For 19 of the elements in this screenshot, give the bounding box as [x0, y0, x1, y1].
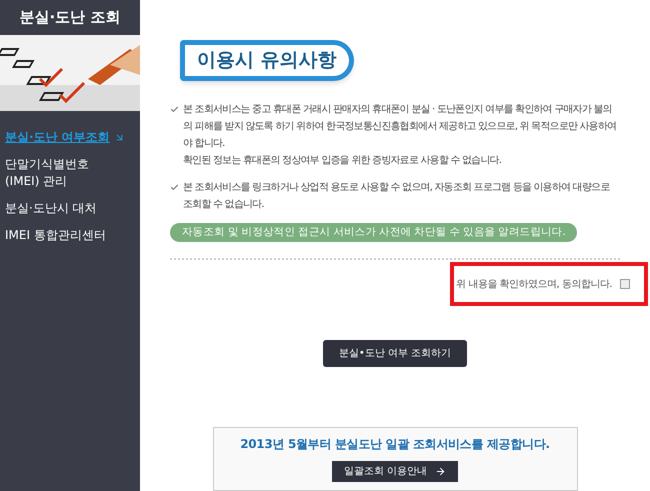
check-icon [170, 104, 179, 114]
agree-checkbox[interactable] [620, 279, 630, 290]
agree-label: 위 내용을 확인하였으며, 동의합니다. [456, 278, 612, 292]
notice-text: 확인된 정보는 휴대폰의 정상여부 입증을 위한 증빙자료로 사용할 수 없습니다. [183, 154, 502, 168]
sidebar-item[interactable]: IMEI 통합관리센터 [5, 227, 135, 244]
sidebar-title: 분실·도난 조회 [20, 7, 120, 28]
guide-button[interactable]: 일괄조회 이용안내 [332, 461, 458, 482]
heading: 이용시 유의사항 [197, 49, 337, 71]
banner-text: 2013년 5월부터 분실도난 일괄 조회서비스를 제공합니다. [240, 436, 550, 454]
sidebar-item[interactable]: 분실·도난시 대처 [5, 200, 135, 217]
warning-banner: 자동조회 및 비정상적인 접근시 서비스가 사전에 차단될 수 있음을 알려드립니다. [170, 222, 578, 242]
search-button[interactable]: 분실•도난 여부 조회하기 [322, 340, 468, 367]
check-icon [170, 182, 179, 192]
arrow-icon [114, 132, 125, 143]
notice-text: 본 조회서비스를 링크하거나 상업적 용도로 사용할 수 없으며, 자동조회 프로그램 등을 이용하여 대량으로 조회할 수 없습니다. [183, 180, 611, 212]
notice-text: 본 조회서비스는 중고 휴대폰 거래시 판매자의 휴대폰이 분실 · 도난폰인지 여부를 확인하여 구매자가 불의의 피해를 받지 않도록 하기 위하여 한국정보통신진흥협회에서 제공하고 있으므로, 위 목적으로만 사용하여야 합니다. [183, 102, 618, 150]
sidebar-item[interactable]: 단말기식별번호 (IMEI) 관리 [5, 156, 135, 190]
arrow-icon [435, 466, 446, 478]
sidebar-item[interactable]: 분실·도난 여부조회 [5, 129, 135, 146]
